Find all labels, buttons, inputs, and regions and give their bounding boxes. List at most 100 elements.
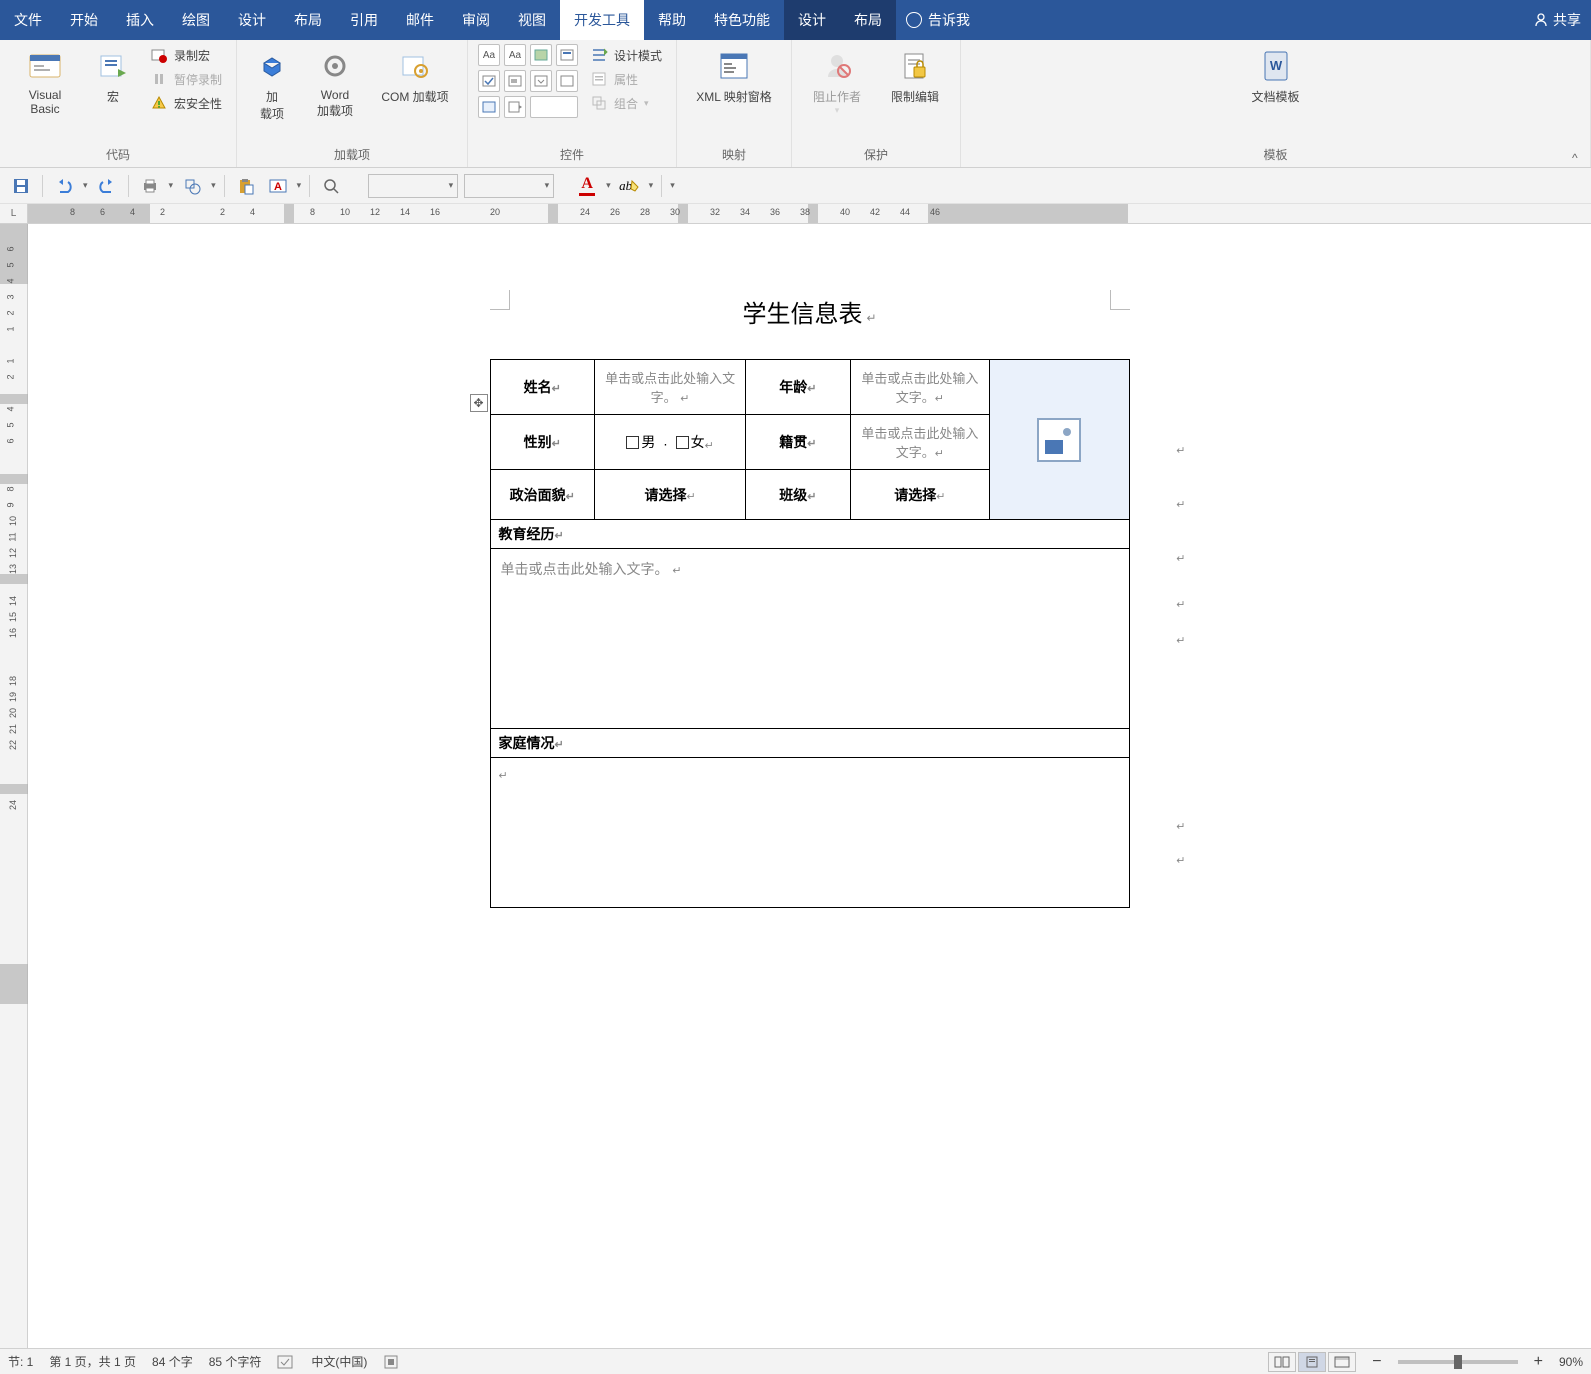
redo-button[interactable]: [94, 173, 120, 199]
design-mode-button[interactable]: 设计模式: [586, 44, 666, 66]
zoom-level[interactable]: 90%: [1559, 1355, 1583, 1369]
section-family: 家庭情况: [499, 735, 555, 751]
student-info-table[interactable]: 姓名 单击或点击此处输入文字。 年龄 单击或点击此处输入文字。 性别 男 · 女…: [490, 359, 1130, 908]
label-female: 女: [691, 432, 705, 452]
macro-security-button[interactable]: 宏安全性: [146, 92, 226, 114]
status-words[interactable]: 84 个字: [152, 1353, 193, 1370]
visual-basic-label: Visual Basic: [14, 88, 76, 116]
zoom-button[interactable]: [318, 173, 344, 199]
tab-insert[interactable]: 插入: [112, 0, 168, 40]
view-read-button[interactable]: [1268, 1352, 1296, 1372]
paste-button[interactable]: [233, 173, 259, 199]
placeholder-name[interactable]: 单击或点击此处输入文字。: [605, 371, 735, 405]
quick-access-toolbar: ▾ ▾ ▾ A ▾ A ▾ ab ▾ ▾: [0, 168, 1591, 204]
controls-gallery[interactable]: AaAa: [478, 44, 578, 118]
record-macro-button[interactable]: 录制宏: [146, 44, 226, 66]
tab-file[interactable]: 文件: [0, 0, 56, 40]
restrict-editing-button[interactable]: 限制编辑: [880, 44, 950, 109]
image-placeholder-icon: [1037, 418, 1081, 462]
zoom-out-button[interactable]: −: [1372, 1353, 1381, 1371]
checkbox-male[interactable]: 男: [626, 432, 655, 452]
tab-feature[interactable]: 特色功能: [700, 0, 784, 40]
tab-help[interactable]: 帮助: [644, 0, 700, 40]
com-addins-label: COM 加载项: [381, 88, 448, 105]
xml-mapping-button[interactable]: XML 映射窗格: [687, 44, 781, 109]
share-button[interactable]: 共享: [1523, 10, 1591, 30]
font-combo[interactable]: [368, 174, 458, 198]
tab-design[interactable]: 设计: [224, 0, 280, 40]
pause-recording-label: 暂停录制: [174, 71, 222, 88]
tab-review[interactable]: 审阅: [448, 0, 504, 40]
tab-layout[interactable]: 布局: [280, 0, 336, 40]
workspace: 65 43 21 12 45 68 910 1112 1314 1516 181…: [0, 224, 1591, 1348]
group-template: W 文档模板 模板: [961, 40, 1591, 167]
properties-label: 属性: [614, 71, 638, 88]
tab-view[interactable]: 视图: [504, 0, 560, 40]
com-addin-icon: [397, 48, 433, 84]
design-mode-label: 设计模式: [614, 47, 662, 64]
label-political: 政治面貌: [510, 487, 566, 503]
placeholder-education[interactable]: 单击或点击此处输入文字。: [501, 561, 669, 577]
status-chars[interactable]: 85 个字符: [209, 1353, 262, 1370]
tab-developer[interactable]: 开发工具: [560, 0, 644, 40]
placeholder-origin[interactable]: 单击或点击此处输入文字。: [861, 426, 978, 460]
spellcheck-icon[interactable]: [277, 1354, 295, 1370]
status-page[interactable]: 第 1 页，共 1 页: [49, 1353, 136, 1370]
placeholder-age[interactable]: 单击或点击此处输入文字。: [861, 371, 978, 405]
label-age: 年龄: [779, 379, 807, 395]
zoom-in-button[interactable]: +: [1534, 1353, 1543, 1371]
addins-button[interactable]: 加 载项: [247, 44, 297, 126]
print-button[interactable]: [137, 173, 163, 199]
pause-icon: [150, 70, 168, 88]
macro-security-label: 宏安全性: [174, 95, 222, 112]
pause-recording-button: 暂停录制: [146, 68, 226, 90]
visual-basic-button[interactable]: Visual Basic: [10, 44, 80, 120]
photo-cell[interactable]: [990, 360, 1129, 520]
tab-home[interactable]: 开始: [56, 0, 112, 40]
macro-status-icon[interactable]: [383, 1354, 401, 1370]
tab-draw[interactable]: 绘图: [168, 0, 224, 40]
bulb-icon: [906, 12, 922, 28]
group-code-label: 代码: [106, 144, 130, 167]
dropdown-political[interactable]: 请选择: [644, 487, 686, 503]
tab-table-design[interactable]: 设计: [784, 0, 840, 40]
highlighter-shape-button[interactable]: [179, 173, 205, 199]
zoom-slider[interactable]: [1398, 1360, 1518, 1364]
text-box-button[interactable]: A: [265, 173, 291, 199]
undo-button[interactable]: [51, 173, 77, 199]
doc-template-button[interactable]: W 文档模板: [1241, 44, 1311, 109]
tab-table-layout[interactable]: 布局: [840, 0, 896, 40]
view-web-button[interactable]: [1328, 1352, 1356, 1372]
status-language[interactable]: 中文(中国): [311, 1353, 367, 1370]
size-combo[interactable]: [464, 174, 554, 198]
tab-references[interactable]: 引用: [336, 0, 392, 40]
document-title[interactable]: 学生信息表: [450, 294, 1170, 329]
empty-family-para[interactable]: [499, 770, 508, 782]
group-protect-label: 保护: [864, 144, 888, 167]
label-male: 男: [641, 432, 655, 452]
word-addins-button[interactable]: Word 加载项: [305, 44, 365, 123]
table-move-handle[interactable]: ✥: [470, 394, 488, 412]
group-mapping: XML 映射窗格 映射: [677, 40, 792, 167]
group-addins: 加 载项 Word 加载项 COM 加载项 加载项: [237, 40, 468, 167]
page[interactable]: 学生信息表 ✥ 姓名 单击或点击此处输入文字。 年龄 单击或点击此处输入文字。 …: [410, 234, 1210, 1338]
status-section[interactable]: 节: 1: [8, 1353, 33, 1370]
status-bar: 节: 1 第 1 页，共 1 页 84 个字 85 个字符 中文(中国) − +…: [0, 1348, 1591, 1374]
page-wrap: 学生信息表 ✥ 姓名 单击或点击此处输入文字。 年龄 单击或点击此处输入文字。 …: [28, 224, 1591, 1348]
view-print-button[interactable]: [1298, 1352, 1326, 1372]
group-button: 组合 ▾: [586, 92, 666, 114]
collapse-ribbon-button[interactable]: [1572, 149, 1584, 161]
com-addins-button[interactable]: COM 加载项: [373, 44, 457, 109]
checkbox-female[interactable]: 女: [676, 432, 705, 452]
dropdown-class[interactable]: 请选择: [894, 487, 936, 503]
font-color-button[interactable]: A: [574, 173, 600, 199]
properties-icon: [590, 70, 608, 88]
macros-label: 宏: [107, 88, 119, 105]
horizontal-ruler[interactable]: 86 42 24 810 1214 1620 2426 2830 3234 36…: [28, 204, 1591, 224]
vertical-ruler[interactable]: 65 43 21 12 45 68 910 1112 1314 1516 181…: [0, 224, 28, 1348]
tab-mailings[interactable]: 邮件: [392, 0, 448, 40]
macros-button[interactable]: 宏: [88, 44, 138, 109]
save-button[interactable]: [8, 173, 34, 199]
highlight-button[interactable]: ab: [617, 173, 643, 199]
tell-me[interactable]: 告诉我: [896, 10, 980, 30]
